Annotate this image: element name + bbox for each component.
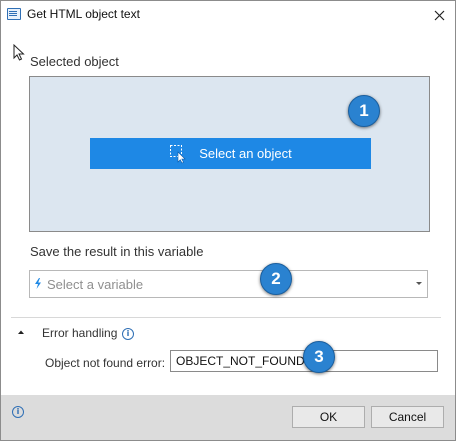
- select-object-button[interactable]: Select an object: [90, 138, 371, 169]
- close-button[interactable]: [425, 3, 453, 27]
- pick-element-icon: [169, 144, 189, 164]
- variable-select[interactable]: Select a variable: [29, 270, 428, 298]
- section-divider: [11, 317, 441, 318]
- cancel-button[interactable]: Cancel: [371, 406, 444, 428]
- title-bar: Get HTML object text: [1, 1, 455, 29]
- select-object-button-label: Select an object: [199, 146, 292, 161]
- chevron-up-icon[interactable]: [16, 327, 26, 337]
- step-badge-3: 3: [303, 341, 335, 373]
- html-window-icon: [7, 8, 21, 20]
- dialog-window: Get HTML object text Selected object Sel…: [0, 0, 456, 441]
- window-title: Get HTML object text: [27, 7, 140, 21]
- info-icon: i: [122, 328, 134, 340]
- dialog-footer: i OK Cancel: [1, 395, 455, 440]
- error-handling-label[interactable]: Error handling: [42, 326, 117, 340]
- selected-object-label: Selected object: [30, 54, 119, 69]
- footer-info-icon[interactable]: i: [12, 406, 24, 418]
- step-badge-2: 2: [260, 263, 292, 295]
- mouse-pointer-icon: [13, 44, 25, 61]
- variable-select-placeholder: Select a variable: [47, 277, 144, 292]
- ok-button[interactable]: OK: [292, 406, 365, 428]
- bolt-icon: [35, 278, 41, 289]
- chevron-down-icon: [416, 282, 422, 285]
- object-not-found-label: Object not found error:: [45, 356, 166, 370]
- result-variable-label: Save the result in this variable: [30, 244, 204, 259]
- step-badge-1: 1: [348, 95, 380, 127]
- close-icon: [434, 10, 444, 20]
